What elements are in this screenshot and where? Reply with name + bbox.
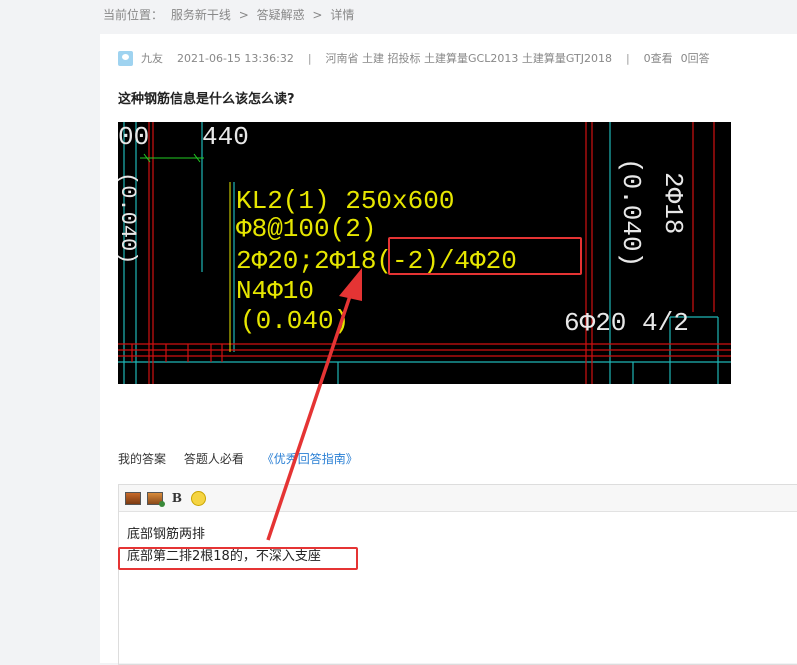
question-title: 这种钢筋信息是什么该怎么读? [118, 92, 295, 107]
user-name[interactable]: 九友 [141, 50, 163, 66]
answer-editor[interactable]: B 底部钢筋两排 底部第二排2根18的，不深入支座 [118, 484, 797, 665]
breadcrumb-separator: > [312, 8, 323, 22]
cad-right-rebar-label: 2Φ18 [658, 172, 688, 234]
answer-line-1: 底部钢筋两排 [127, 527, 206, 542]
cad-torsion-label: N4Φ10 [236, 276, 314, 306]
avatar[interactable] [118, 50, 133, 66]
cad-elevation-label: (0.040) [240, 306, 349, 336]
annotation-box-answer [118, 547, 358, 570]
question-tags: 河南省 土建 招投标 土建算量GCL2013 土建算量GTJ2018 [325, 52, 612, 65]
breadcrumb: 当前位置： 服务新干线 > 答疑解惑 > 详情 [103, 6, 358, 23]
cad-top-left-label: 00 [118, 122, 149, 152]
emoji-icon[interactable] [191, 490, 206, 506]
breadcrumb-item-service[interactable]: 服务新干线 [171, 8, 231, 22]
tab-my-answer[interactable]: 我的答案 [118, 452, 166, 466]
bold-icon[interactable]: B [169, 490, 185, 506]
cad-kl-label: KL2(1) 250x600 [236, 186, 454, 216]
breadcrumb-item-detail: 详情 [330, 8, 355, 22]
cad-top-num-label: 440 [202, 122, 249, 152]
meta-separator: | [625, 51, 630, 65]
breadcrumb-item-qa[interactable]: 答疑解惑 [257, 8, 305, 22]
question-meta: 九友 2021-06-15 13:36:32 | 河南省 土建 招投标 土建算量… [118, 50, 710, 66]
cad-left-elev-label: (0.040) [118, 172, 140, 264]
breadcrumb-label: 当前位置： [103, 8, 164, 22]
meta-separator: | [307, 51, 312, 65]
guide-link[interactable]: 《优秀回答指南》 [262, 452, 358, 466]
tab-must-read[interactable]: 答题人必看 [184, 452, 244, 466]
post-time: 2021-06-15 13:36:32 [177, 51, 294, 65]
answer-count: 0回答 [680, 52, 710, 65]
cad-bottom-right-label: 6Φ20 4/2 [564, 308, 689, 338]
view-count: 0查看 [643, 52, 673, 65]
upload-image-icon[interactable] [147, 491, 165, 507]
cad-stirrup-label: Φ8@100(2) [236, 214, 376, 244]
answer-tabs: 我的答案 答题人必看 《优秀回答指南》 [118, 450, 372, 467]
insert-image-icon[interactable] [125, 491, 141, 505]
editor-toolbar: B [119, 485, 797, 512]
breadcrumb-separator: > [238, 8, 249, 22]
cad-right-elev-label: (0.040) [616, 158, 646, 267]
annotation-box-cad [388, 237, 582, 275]
